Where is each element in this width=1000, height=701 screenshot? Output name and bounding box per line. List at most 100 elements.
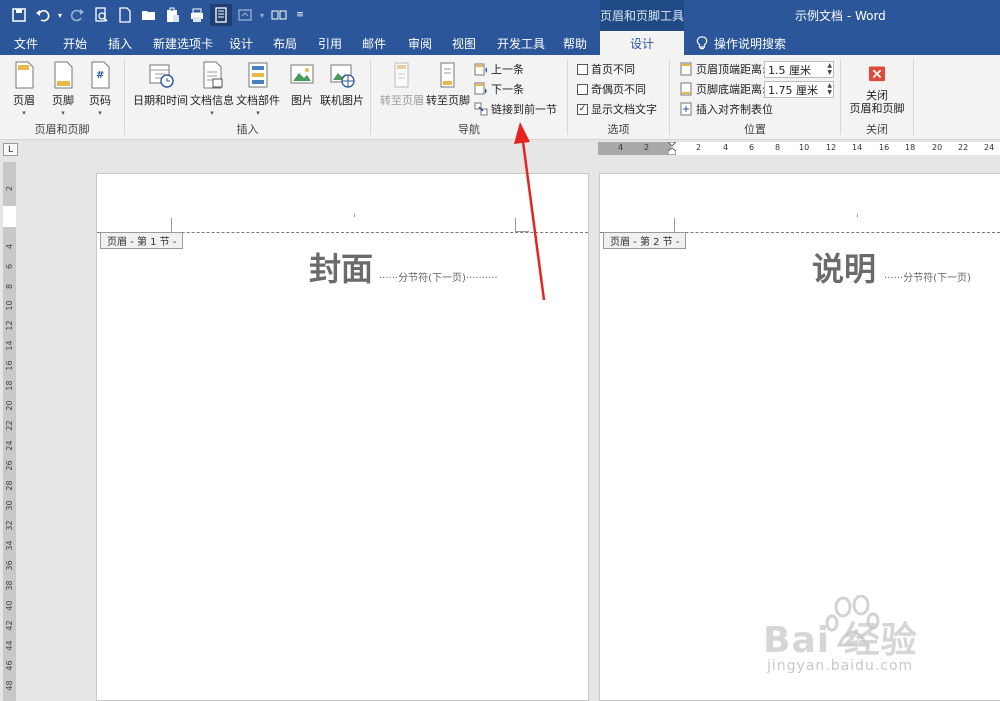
page-view-icon[interactable] bbox=[210, 4, 232, 26]
header-section-tag: 页眉 - 第 1 节 - bbox=[100, 232, 184, 249]
tab-review[interactable]: 审阅 bbox=[408, 31, 432, 55]
svg-text:#: # bbox=[96, 70, 104, 81]
paste-icon[interactable] bbox=[162, 4, 184, 26]
crop-mark bbox=[857, 214, 858, 217]
crop-mark bbox=[674, 218, 675, 232]
page-title[interactable]: 封面 bbox=[309, 244, 373, 290]
footer-bottom-distance-label: 页脚底端距离: bbox=[679, 81, 766, 97]
tab-selector[interactable]: L bbox=[3, 143, 18, 156]
online-picture-icon bbox=[330, 64, 355, 88]
spinner-arrows-icon[interactable]: ▲ ▼ bbox=[827, 62, 832, 76]
tab-layout[interactable]: 布局 bbox=[273, 31, 297, 55]
document-page-1[interactable]: 页眉 - 第 1 节 - 封面 ······分节符(下一页)·········· bbox=[96, 173, 589, 701]
previous-section-button[interactable]: 上一条 bbox=[474, 61, 524, 77]
page-number-icon: # bbox=[91, 61, 110, 89]
tab-mailings[interactable]: 邮件 bbox=[362, 31, 386, 55]
group-close: 关闭 页眉和页脚 关闭 bbox=[841, 55, 913, 140]
document-info-button[interactable]: 文档信息 ▾ bbox=[190, 60, 234, 117]
group-label: 位置 bbox=[744, 123, 766, 136]
close-header-footer-button[interactable]: 关闭 页眉和页脚 bbox=[841, 65, 913, 115]
tab-insert[interactable]: 插入 bbox=[108, 31, 132, 55]
form-icon[interactable] bbox=[234, 4, 256, 26]
footer-distance-icon bbox=[680, 82, 692, 96]
columns-icon[interactable] bbox=[268, 4, 290, 26]
tab-new-tab[interactable]: 新建选项卡 bbox=[153, 31, 213, 55]
document-info-icon bbox=[203, 61, 223, 89]
ruler-header-area bbox=[3, 206, 16, 227]
header-button[interactable]: 页眉 ▾ bbox=[10, 60, 38, 117]
different-odd-even-checkbox[interactable]: 奇偶页不同 bbox=[577, 81, 646, 97]
online-picture-button[interactable]: 联机图片 bbox=[320, 60, 364, 108]
page-number-button[interactable]: # 页码 ▾ bbox=[86, 60, 114, 117]
picture-button[interactable]: 图片 bbox=[288, 60, 316, 108]
tab-view[interactable]: 视图 bbox=[452, 31, 476, 55]
different-first-page-checkbox[interactable]: 首页不同 bbox=[577, 61, 635, 77]
undo-icon[interactable] bbox=[32, 4, 54, 26]
form-dropdown-icon[interactable]: ▾ bbox=[258, 4, 266, 26]
dropdown-arrow-icon: ▾ bbox=[98, 109, 102, 117]
print-preview-icon[interactable] bbox=[90, 4, 112, 26]
customize-qat-icon[interactable]: ≡ bbox=[292, 4, 308, 26]
insert-alignment-tab-button[interactable]: 插入对齐制表位 bbox=[679, 101, 773, 117]
group-insert: 日期和时间 文档信息 ▾ 文档部件 ▾ 图片 联机图片 插入 bbox=[125, 55, 370, 140]
group-header-footer: 页眉 ▾ 页脚 ▾ # 页码 ▾ 页眉和页脚 bbox=[0, 55, 124, 140]
group-label: 插入 bbox=[236, 123, 259, 136]
vertical-ruler[interactable]: 2 4 6 8 10 12 14 16 18 20 22 24 26 28 30… bbox=[3, 162, 16, 701]
next-section-button[interactable]: 下一条 bbox=[474, 81, 524, 97]
quick-access-toolbar: ▾ ▾ ≡ bbox=[8, 4, 308, 26]
dropdown-arrow-icon: ▾ bbox=[61, 109, 65, 117]
document-parts-button[interactable]: 文档部件 ▾ bbox=[236, 60, 280, 117]
crop-mark bbox=[171, 218, 172, 232]
page-title[interactable]: 说明 bbox=[812, 244, 876, 290]
ribbon-tabs: 文件 开始 插入 新建选项卡 设计 布局 引用 邮件 审阅 视图 开发工具 帮助… bbox=[0, 31, 1000, 55]
dropdown-arrow-icon: ▾ bbox=[210, 109, 214, 117]
tab-header-footer-design[interactable]: 设计 bbox=[600, 31, 684, 55]
header-footer-tools-title: 页眉和页脚工具 bbox=[600, 0, 684, 31]
group-divider bbox=[913, 59, 914, 135]
section-break-marker: ······分节符(下一页) bbox=[884, 273, 971, 284]
tell-me-label: 操作说明搜索 bbox=[714, 36, 787, 51]
footer-page-icon bbox=[54, 61, 73, 89]
date-time-button[interactable]: 日期和时间 bbox=[133, 60, 188, 108]
link-to-previous-button[interactable]: 链接到前一节 bbox=[474, 101, 557, 117]
header-section-tag: 页眉 - 第 2 节 - bbox=[603, 232, 687, 249]
indent-marker-icon[interactable] bbox=[668, 142, 676, 155]
undo-dropdown-icon[interactable]: ▾ bbox=[56, 4, 64, 26]
header-top-distance-input[interactable]: 1.5 厘米 ▲ ▼ bbox=[764, 61, 834, 78]
checkbox-unchecked bbox=[577, 83, 588, 95]
goto-header-button[interactable]: 转至页眉 bbox=[380, 60, 424, 108]
show-document-text-checkbox[interactable]: ✓ 显示文档文字 bbox=[577, 101, 657, 117]
group-label: 选项 bbox=[607, 123, 630, 136]
goto-footer-button[interactable]: 转至页脚 bbox=[426, 60, 470, 108]
open-folder-icon[interactable] bbox=[138, 4, 160, 26]
link-to-previous-icon bbox=[474, 102, 488, 116]
tab-references[interactable]: 引用 bbox=[318, 31, 342, 55]
group-options: 首页不同 奇偶页不同 ✓ 显示文档文字 选项 bbox=[568, 55, 669, 140]
save-icon[interactable] bbox=[8, 4, 30, 26]
previous-icon bbox=[474, 63, 487, 76]
header-page-icon bbox=[15, 61, 34, 89]
tell-me-search[interactable]: 操作说明搜索 bbox=[696, 31, 786, 55]
close-icon bbox=[868, 66, 886, 82]
tab-help[interactable]: 帮助 bbox=[563, 31, 587, 55]
crop-mark bbox=[515, 218, 516, 232]
tab-file[interactable]: 文件 bbox=[14, 31, 38, 55]
footer-button[interactable]: 页脚 ▾ bbox=[49, 60, 77, 117]
alignment-tab-icon bbox=[680, 102, 692, 116]
group-label: 导航 bbox=[458, 123, 480, 136]
tab-home[interactable]: 开始 bbox=[63, 31, 87, 55]
ribbon: 页眉 ▾ 页脚 ▾ # 页码 ▾ 页眉和页脚 日期和时间 文档信息 ▾ 文档部件 bbox=[0, 55, 1000, 140]
dropdown-arrow-icon: ▾ bbox=[256, 109, 260, 117]
footer-bottom-distance-input[interactable]: 1.75 厘米 ▲ ▼ bbox=[764, 81, 834, 98]
header-top-distance-label: 页眉顶端距离: bbox=[679, 61, 766, 77]
title-bar: ▾ ▾ ≡ 页眉和页脚工具 示例文档 - Word bbox=[0, 0, 1000, 31]
watermark-brand: Bai 经验 bbox=[763, 620, 918, 661]
tab-design[interactable]: 设计 bbox=[229, 31, 253, 55]
document-parts-icon bbox=[248, 62, 268, 88]
new-document-icon[interactable] bbox=[114, 4, 136, 26]
tab-developer[interactable]: 开发工具 bbox=[497, 31, 545, 55]
horizontal-ruler[interactable]: 4 2 2 4 6 8 10 12 14 16 18 20 22 24 bbox=[598, 142, 1000, 155]
spinner-arrows-icon[interactable]: ▲ ▼ bbox=[827, 82, 832, 96]
print-icon[interactable] bbox=[186, 4, 208, 26]
redo-icon[interactable] bbox=[66, 4, 88, 26]
